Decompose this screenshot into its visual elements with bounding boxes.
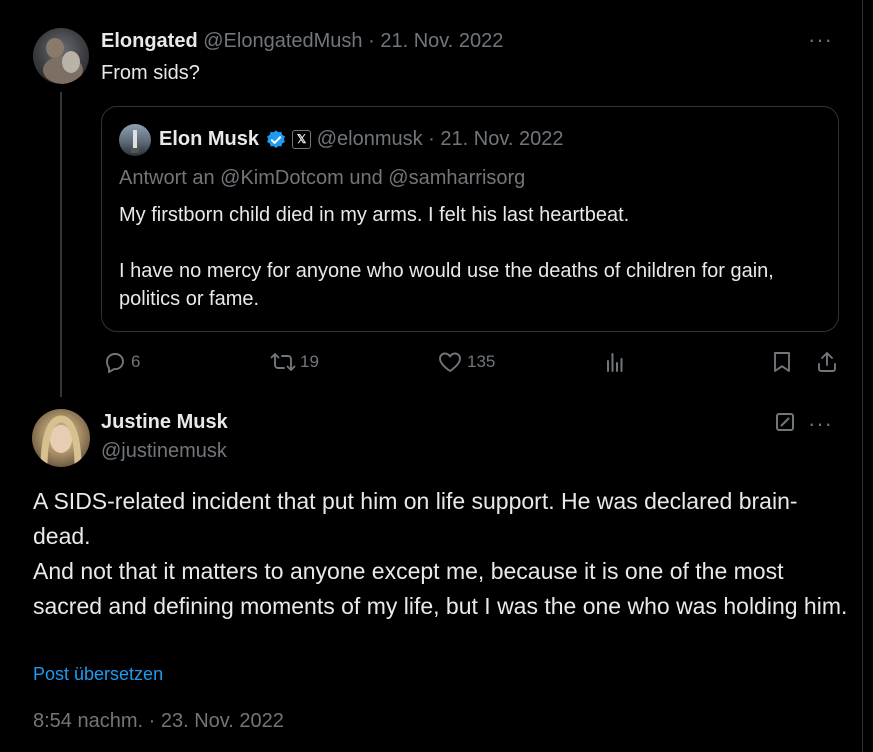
avatar-image bbox=[40, 415, 82, 467]
author-name[interactable]: Justine Musk bbox=[101, 411, 228, 434]
tweet1-header: Elongated @ElongatedMush · 21. Nov. 2022 bbox=[101, 30, 503, 53]
separator-dot: · bbox=[368, 30, 375, 52]
tweet-date[interactable]: 21. Nov. 2022 bbox=[380, 30, 503, 52]
quote-author-handle: @elonmusk bbox=[316, 128, 423, 150]
affiliate-badge: 𝕏 bbox=[292, 130, 312, 150]
elonmusk-avatar[interactable] bbox=[119, 124, 151, 156]
author-name[interactable]: Elongated bbox=[101, 30, 198, 52]
reply-count: 6 bbox=[131, 352, 141, 371]
author-handle[interactable]: @ElongatedMush bbox=[203, 30, 362, 52]
quote-date: 21. Nov. 2022 bbox=[440, 128, 564, 150]
tweet2-text-line2: And not that it matters to anyone except… bbox=[33, 558, 848, 619]
avatar-image bbox=[131, 130, 139, 153]
like-count: 135 bbox=[467, 352, 496, 371]
views-icon bbox=[607, 353, 623, 372]
quote-paragraph-1: My firstborn child died in my arms. I fe… bbox=[119, 204, 630, 226]
elongated-avatar[interactable] bbox=[33, 28, 89, 84]
reply-button[interactable]: 6 bbox=[103, 350, 140, 374]
more-button[interactable]: ··· bbox=[808, 413, 833, 436]
tweet2-body: A SIDS-related incident that put him on … bbox=[33, 484, 848, 624]
verified-icon bbox=[266, 130, 285, 148]
tweet-timestamp[interactable]: 8:54 nachm. · 23. Nov. 2022 bbox=[33, 710, 284, 733]
column-border bbox=[862, 0, 863, 752]
edit-icon bbox=[776, 413, 794, 431]
quote-paragraph-2: I have no mercy for anyone who would use… bbox=[119, 260, 774, 310]
avatar-image bbox=[43, 38, 83, 84]
more-icon: ··· bbox=[808, 27, 833, 52]
author-handle[interactable]: @justinemusk bbox=[101, 440, 227, 463]
repost-count: 19 bbox=[300, 352, 319, 371]
more-icon: ··· bbox=[808, 411, 833, 436]
justinemusk-avatar[interactable] bbox=[32, 409, 90, 467]
tweet2-text-line1: A SIDS-related incident that put him on … bbox=[33, 488, 798, 549]
repost-icon bbox=[270, 353, 296, 371]
bookmark-icon bbox=[774, 352, 790, 372]
like-icon bbox=[439, 352, 461, 372]
bookmark-button[interactable] bbox=[771, 350, 793, 374]
reply-icon bbox=[106, 353, 124, 374]
repost-button[interactable]: 19 bbox=[270, 350, 319, 374]
thread-line bbox=[60, 92, 62, 397]
separator-dot: · bbox=[428, 128, 435, 150]
quote-author-name[interactable]: Elon Musk bbox=[159, 128, 259, 150]
views-button[interactable] bbox=[603, 350, 627, 374]
edit-button[interactable] bbox=[776, 413, 794, 431]
tweet1-text: From sids? bbox=[101, 62, 200, 84]
share-button[interactable] bbox=[815, 350, 839, 374]
more-button[interactable]: ··· bbox=[808, 29, 833, 52]
translate-link[interactable]: Post übersetzen bbox=[33, 664, 163, 685]
share-icon bbox=[818, 352, 836, 372]
reply-context: Antwort an @KimDotcom und @samharrisorg bbox=[119, 167, 526, 189]
like-button[interactable]: 135 bbox=[437, 350, 495, 374]
quote-header: Elon Musk 𝕏 @elonmusk · 21. Nov. 2022 bbox=[159, 128, 563, 151]
